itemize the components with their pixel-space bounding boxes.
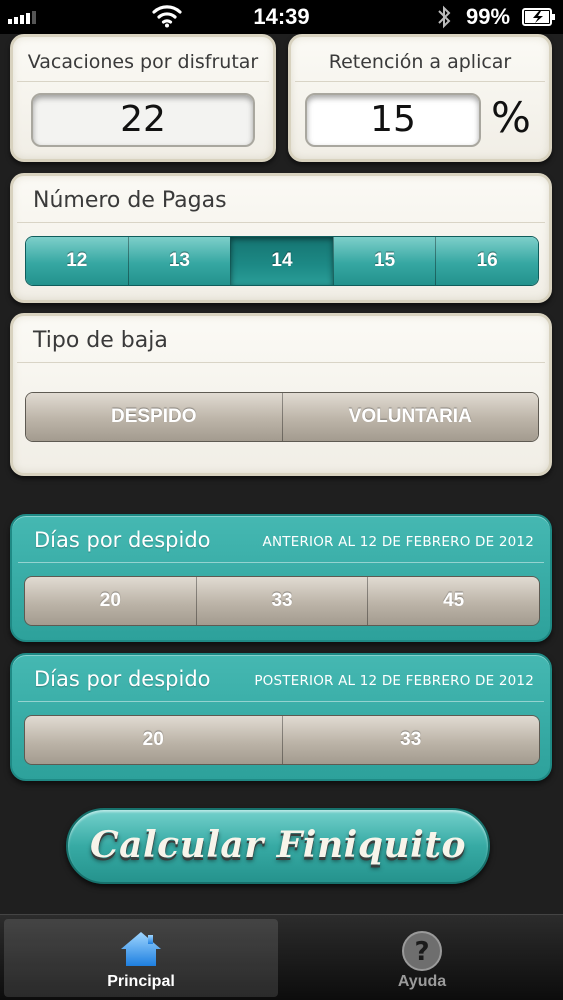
home-icon — [121, 932, 161, 966]
svg-text:?: ? — [414, 937, 429, 967]
status-bar: 14:39 99% — [0, 0, 563, 34]
dias-anterior-title: Días por despido — [34, 528, 211, 552]
vacaciones-label: Vacaciones por disfrutar — [27, 51, 259, 73]
retencion-card: Retención a aplicar 15 % — [288, 34, 552, 162]
dias-posterior-segmented-control: 20 33 — [24, 715, 540, 765]
bluetooth-icon — [438, 5, 451, 29]
pagas-option-16[interactable]: 16 — [435, 237, 538, 285]
tab-principal[interactable]: Principal — [4, 919, 278, 997]
pagas-label: Número de Pagas — [33, 188, 227, 213]
pagas-option-13[interactable]: 13 — [127, 237, 231, 285]
divider — [17, 222, 545, 223]
dias-anterior-option-20[interactable]: 20 — [25, 577, 196, 625]
dias-posterior-title: Días por despido — [34, 667, 211, 691]
help-icon: ? — [402, 931, 442, 971]
tab-principal-label: Principal — [107, 973, 175, 990]
tipo-baja-option-voluntaria[interactable]: VOLUNTARIA — [281, 393, 538, 441]
calcular-finiquito-button[interactable]: Calcular Finiquito — [66, 808, 490, 884]
tab-bar: Principal ? Ayuda — [0, 914, 563, 1000]
divider — [18, 562, 544, 563]
dias-anterior-subtitle: ANTERIOR AL 12 DE FEBRERO DE 2012 — [262, 534, 534, 550]
dias-posterior-option-33[interactable]: 33 — [281, 716, 539, 764]
divider — [295, 81, 545, 82]
tipo-baja-segmented-control: DESPIDO VOLUNTARIA — [25, 392, 539, 442]
battery-percent: 99% — [466, 4, 511, 29]
pagas-segmented-control: 12 13 14 15 16 — [25, 236, 539, 286]
divider — [18, 701, 544, 702]
dias-posterior-option-20[interactable]: 20 — [25, 716, 282, 764]
tipo-baja-card: Tipo de baja DESPIDO VOLUNTARIA — [10, 313, 552, 476]
pagas-card: Número de Pagas 12 13 14 15 16 — [10, 173, 552, 303]
tipo-baja-option-despido[interactable]: DESPIDO — [26, 393, 282, 441]
tab-ayuda-label: Ayuda — [397, 973, 447, 990]
dias-anterior-card: Días por despido ANTERIOR AL 12 DE FEBRE… — [10, 514, 552, 642]
battery-icon — [522, 8, 555, 26]
retencion-input[interactable]: 15 — [305, 93, 481, 147]
divider — [17, 362, 545, 363]
dias-anterior-option-45[interactable]: 45 — [367, 577, 539, 625]
tipo-baja-label: Tipo de baja — [33, 328, 168, 353]
dias-posterior-card: Días por despido POSTERIOR AL 12 DE FEBR… — [10, 653, 552, 781]
dias-anterior-segmented-control: 20 33 45 — [24, 576, 540, 626]
vacaciones-input[interactable]: 22 — [31, 93, 255, 147]
tab-ayuda[interactable]: ? Ayuda — [285, 919, 559, 997]
dias-anterior-option-33[interactable]: 33 — [195, 577, 368, 625]
pagas-option-14[interactable]: 14 — [230, 237, 333, 285]
pagas-option-12[interactable]: 12 — [26, 237, 128, 285]
divider — [17, 81, 269, 82]
vacaciones-card: Vacaciones por disfrutar 22 — [10, 34, 276, 162]
pagas-option-15[interactable]: 15 — [332, 237, 436, 285]
percent-unit: % — [491, 93, 531, 142]
dias-posterior-subtitle: POSTERIOR AL 12 DE FEBRERO DE 2012 — [254, 673, 534, 689]
retencion-label: Retención a aplicar — [328, 51, 512, 73]
